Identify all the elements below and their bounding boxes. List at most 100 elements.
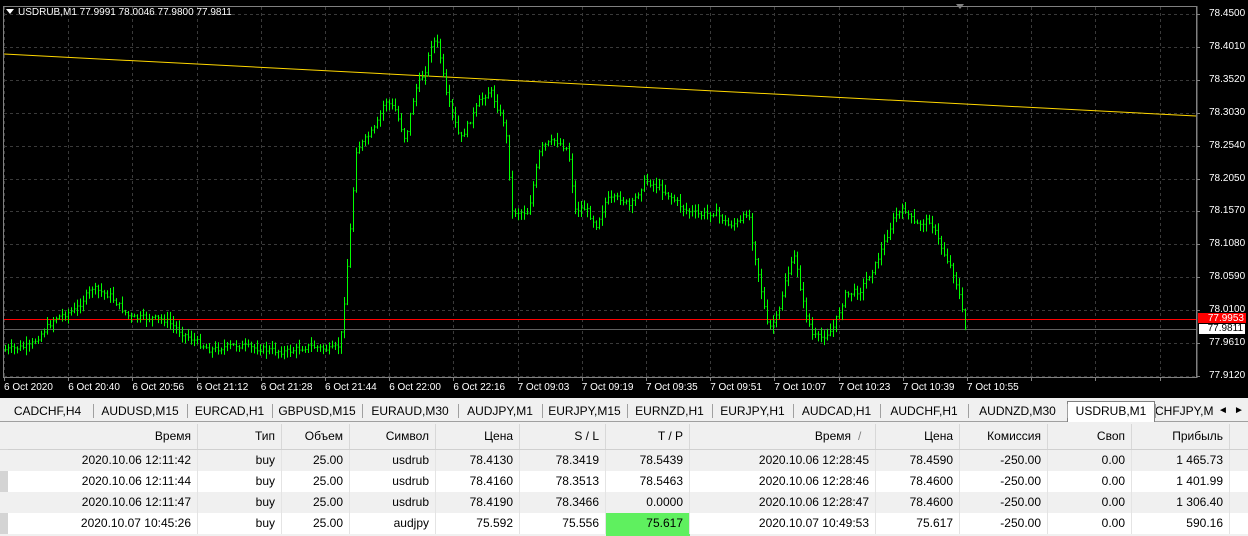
- table-cell: buy: [198, 513, 282, 534]
- table-row[interactable]: 2020.10.06 12:11:42 buy 25.00 usdrub 78.4130…: [0, 450, 1248, 471]
- current-price-label: 77.9811: [1198, 323, 1246, 335]
- chart-canvas[interactable]: [0, 0, 1248, 398]
- column-header[interactable]: Время: [690, 424, 876, 449]
- chart-tab[interactable]: AUDUSD,M15: [93, 402, 187, 421]
- chart-tab[interactable]: EURJPY,H1: [712, 402, 793, 421]
- table-cell: audjpy: [350, 513, 436, 534]
- time-tick-label: 6 Oct 20:56: [132, 382, 185, 393]
- tab-separator: [1155, 404, 1156, 418]
- chart-tab[interactable]: AUDJPY,M1: [458, 402, 542, 421]
- price-tick-label: 78.3030: [1209, 106, 1246, 118]
- chart-tab[interactable]: EURAUD,M30: [362, 402, 458, 421]
- chart-tabs-bar: CADCHF,H4 AUDUSD,M15 EURCAD,H1 GBPUSD,M15 EU…: [0, 400, 1248, 422]
- price-tick-label: 78.4500: [1209, 8, 1246, 19]
- column-header[interactable]: Символ: [350, 424, 436, 449]
- table-cell: -250.00: [960, 492, 1048, 513]
- chart-tab[interactable]: CHFJPY,M: [1155, 402, 1213, 421]
- price-tick-label: 78.1080: [1209, 238, 1246, 250]
- chart-shift-marker-icon[interactable]: [956, 4, 964, 9]
- time-tick-label: 7 Oct 09:19: [581, 382, 634, 393]
- time-tick-label: 6 Oct 21:44: [325, 382, 377, 393]
- table-cell: -250.00: [960, 450, 1048, 471]
- tab-separator: [187, 404, 188, 418]
- time-tick-label: 6 Oct 22:00: [389, 382, 441, 393]
- table-cell: 78.4130: [436, 450, 520, 471]
- column-header[interactable]: Объем: [282, 424, 350, 449]
- time-tick-label: 7 Oct 10:55: [967, 382, 1019, 393]
- table-cell: -250.00: [960, 471, 1048, 492]
- table-row[interactable]: 2020.10.07 10:45:26 buy 25.00 audjpy 75.592 7…: [0, 513, 1248, 534]
- column-header[interactable]: Своп: [1048, 424, 1132, 449]
- price-tick-label: 77.9610: [1209, 337, 1246, 348]
- table-cell: 25.00: [282, 513, 350, 534]
- time-tick-label: 7 Oct 10:39: [902, 382, 955, 393]
- price-chart[interactable]: USDRUB,M1 77.9991 78.0046 77.9800 77.981…: [0, 0, 1248, 398]
- chart-tab[interactable]: AUDCAD,H1: [793, 402, 880, 421]
- table-cell: 2020.10.06 12:28:47: [690, 492, 876, 513]
- column-header[interactable]: Тип: [198, 424, 282, 449]
- table-cell: 78.4600: [876, 471, 960, 492]
- chart-frame: [3, 6, 1197, 378]
- table-cell: 78.3419: [520, 450, 606, 471]
- column-header[interactable]: S / L: [520, 424, 606, 449]
- table-cell: 25.00: [282, 471, 350, 492]
- time-tick-label: 6 Oct 21:12: [196, 382, 249, 393]
- column-header[interactable]: Цена: [436, 424, 520, 449]
- column-header[interactable]: T / P: [606, 424, 690, 449]
- column-header[interactable]: Время: [8, 424, 198, 449]
- column-header[interactable]: Прибыль: [1132, 424, 1230, 449]
- table-cell: 75.556: [520, 513, 606, 534]
- table-cell: 0.00: [1048, 513, 1132, 534]
- table-cell: usdrub: [350, 471, 436, 492]
- tab-separator: [542, 404, 543, 418]
- table-cell: 78.4160: [436, 471, 520, 492]
- price-tick-label: 78.1570: [1209, 205, 1246, 217]
- table-cell: 590.16: [1132, 513, 1230, 534]
- column-header[interactable]: Комиссия: [960, 424, 1048, 449]
- price-tick-label: 78.2050: [1209, 172, 1246, 184]
- column-header[interactable]: Цена: [876, 424, 960, 449]
- tab-separator: [793, 404, 794, 418]
- trade-history-table: Время Тип Объем Символ Цена S / LT / P Время Це…: [0, 424, 1248, 536]
- time-tick-label: 7 Oct 10:07: [774, 382, 827, 393]
- tab-separator: [93, 404, 94, 418]
- chart-tab[interactable]: AUDCHF,H1: [880, 402, 968, 421]
- tab-separator: [458, 404, 459, 418]
- table-cell: buy: [198, 450, 282, 471]
- table-cell: 25.00: [282, 492, 350, 513]
- tab-separator: [362, 404, 363, 418]
- table-cell: 78.5463: [606, 471, 690, 492]
- table-cell: 2020.10.07 10:45:26: [8, 513, 198, 534]
- table-row[interactable]: 2020.10.06 12:11:47 buy 25.00 usdrub 78.4190…: [0, 492, 1248, 513]
- table-cell: 0.00: [1048, 471, 1132, 492]
- table-cell: 2020.10.06 12:28:46: [690, 471, 876, 492]
- table-cell: 1 465.73: [1132, 450, 1230, 471]
- table-cell: 78.3466: [520, 492, 606, 513]
- table-cell: buy: [198, 471, 282, 492]
- time-tick-label: 7 Oct 09:51: [710, 382, 762, 393]
- chart-tab[interactable]: AUDNZD,M30: [968, 402, 1067, 421]
- chart-tab[interactable]: GBPUSD,M15: [272, 402, 362, 421]
- table-cell: 78.4590: [876, 450, 960, 471]
- chart-tab[interactable]: EURJPY,M15: [542, 402, 627, 421]
- table-cell: 0.00: [1048, 492, 1132, 513]
- table-cell: 78.4600: [876, 492, 960, 513]
- chart-tab[interactable]: CADCHF,H4: [2, 402, 93, 421]
- tab-scroll-left-icon[interactable]: ◄: [1216, 403, 1230, 419]
- price-tick-label: 78.3520: [1209, 73, 1246, 85]
- tab-scroll-right-icon[interactable]: ►: [1232, 403, 1246, 419]
- table-cell: 2020.10.06 12:11:42: [8, 450, 198, 471]
- table-row[interactable]: 2020.10.06 12:11:44 buy 25.00 usdrub 78.4160…: [0, 471, 1248, 492]
- chart-tab[interactable]: USDRUB,M1: [1067, 401, 1155, 422]
- table-cell: buy: [198, 492, 282, 513]
- table-cell: 1 306.40: [1132, 492, 1230, 513]
- chart-tab[interactable]: EURNZD,H1: [627, 402, 712, 421]
- table-cell: 0.0000: [606, 492, 690, 513]
- time-tick-label: 7 Oct 09:35: [646, 382, 698, 393]
- price-tick-label: 78.2540: [1209, 139, 1246, 151]
- chart-tab[interactable]: EURCAD,H1: [187, 402, 272, 421]
- time-tick-label: 6 Oct 20:40: [68, 382, 120, 393]
- time-tick-label: 6 Oct 22:16: [453, 382, 506, 393]
- table-cell: 2020.10.06 12:11:47: [8, 492, 198, 513]
- table-cell: 0.00: [1048, 450, 1132, 471]
